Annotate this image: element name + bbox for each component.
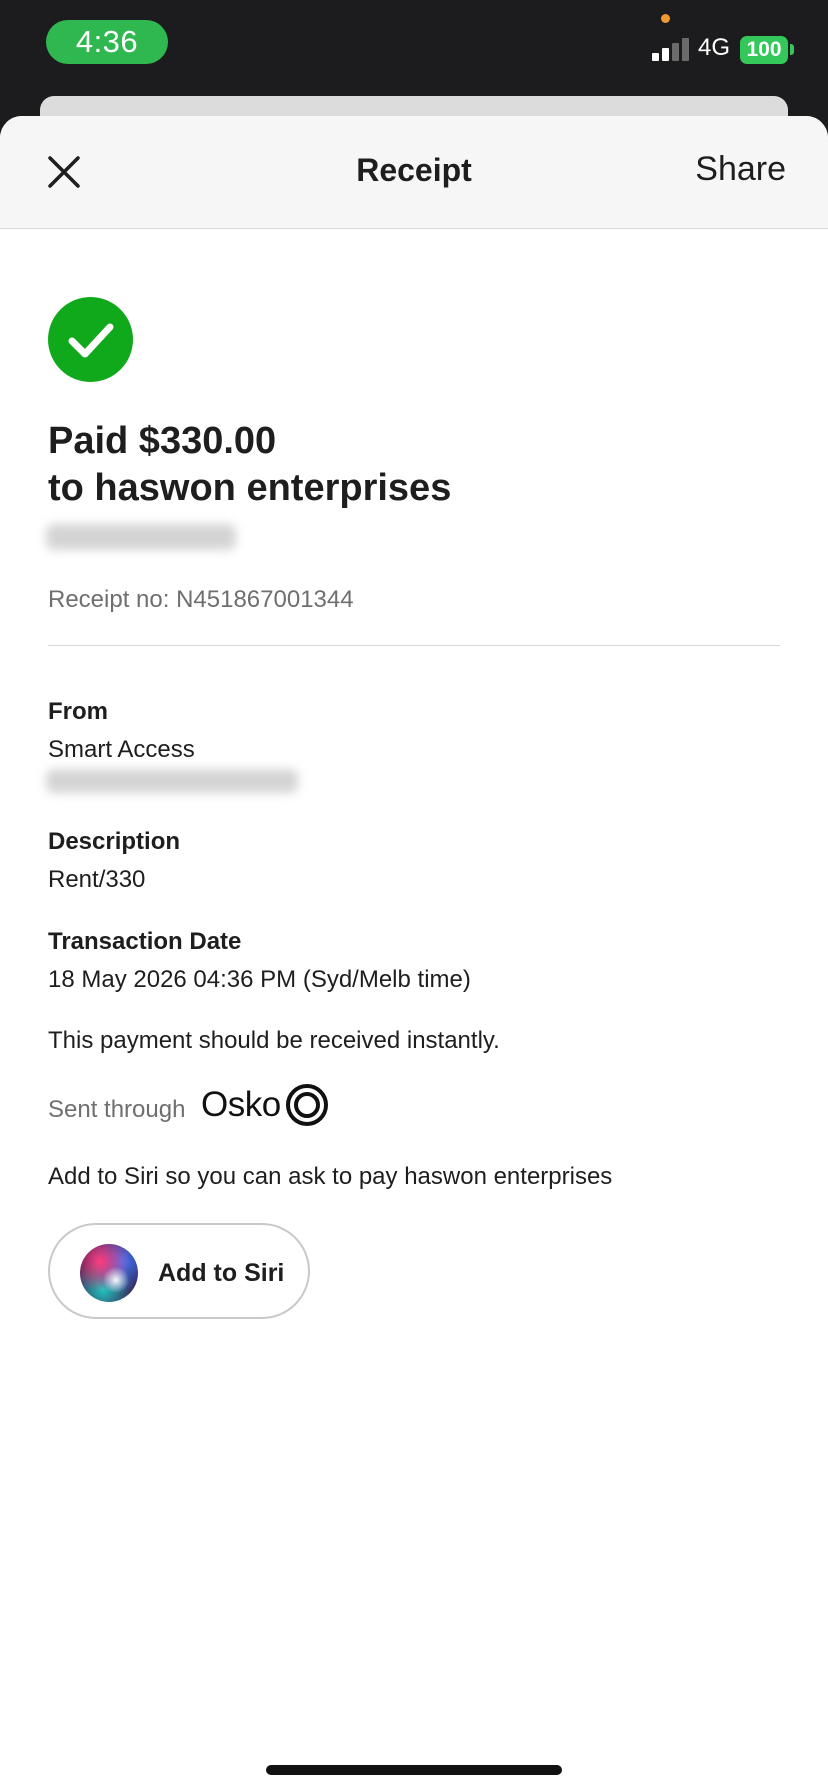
sheet-header: Receipt Share [0, 116, 828, 229]
siri-icon [80, 1244, 138, 1302]
sent-through-label: Sent through [48, 1096, 186, 1123]
divider [48, 645, 780, 646]
add-to-siri-label: Add to Siri [158, 1259, 285, 1287]
status-time: 4:36 [46, 20, 168, 64]
privacy-indicator-dot [661, 14, 670, 23]
from-account-name: Smart Access [48, 736, 195, 763]
success-badge [48, 297, 133, 382]
battery-icon: 100 [740, 36, 788, 64]
redacted-account-number [46, 524, 236, 550]
battery-level: 100 [746, 38, 782, 61]
home-indicator[interactable] [266, 1765, 562, 1775]
description-value: Rent/330 [48, 866, 146, 893]
add-to-siri-button[interactable]: Add to Siri [48, 1223, 310, 1319]
share-button[interactable]: Share [695, 150, 786, 189]
transaction-date-label: Transaction Date [48, 928, 242, 955]
receipt-number: Receipt no: N451867001344 [48, 586, 354, 613]
description-label: Description [48, 828, 181, 855]
checkmark-icon [68, 323, 114, 358]
osko-logo-icon [286, 1084, 328, 1126]
paid-amount: Paid $330.00 [48, 420, 277, 462]
payee-name: to haswon enterprises [48, 467, 452, 509]
from-label: From [48, 698, 108, 725]
redacted-from-account [46, 769, 298, 793]
transaction-date-value: 18 May 2026 04:36 PM (Syd/Melb time) [48, 966, 471, 993]
network-type: 4G [698, 34, 731, 61]
siri-prompt: Add to Siri so you can ask to pay haswon… [48, 1163, 613, 1190]
receipt-sheet: Receipt Share Paid $330.00 to haswon ent… [0, 116, 828, 1792]
battery-nub [790, 44, 794, 55]
payment-summary: Paid $330.00 to haswon enterprises [48, 418, 788, 512]
payment-notice: This payment should be received instantl… [48, 1027, 500, 1054]
cellular-signal-icon [652, 37, 690, 61]
osko-wordmark: Osko [201, 1085, 281, 1124]
status-bar: 4:36 4G 100 [0, 0, 828, 100]
